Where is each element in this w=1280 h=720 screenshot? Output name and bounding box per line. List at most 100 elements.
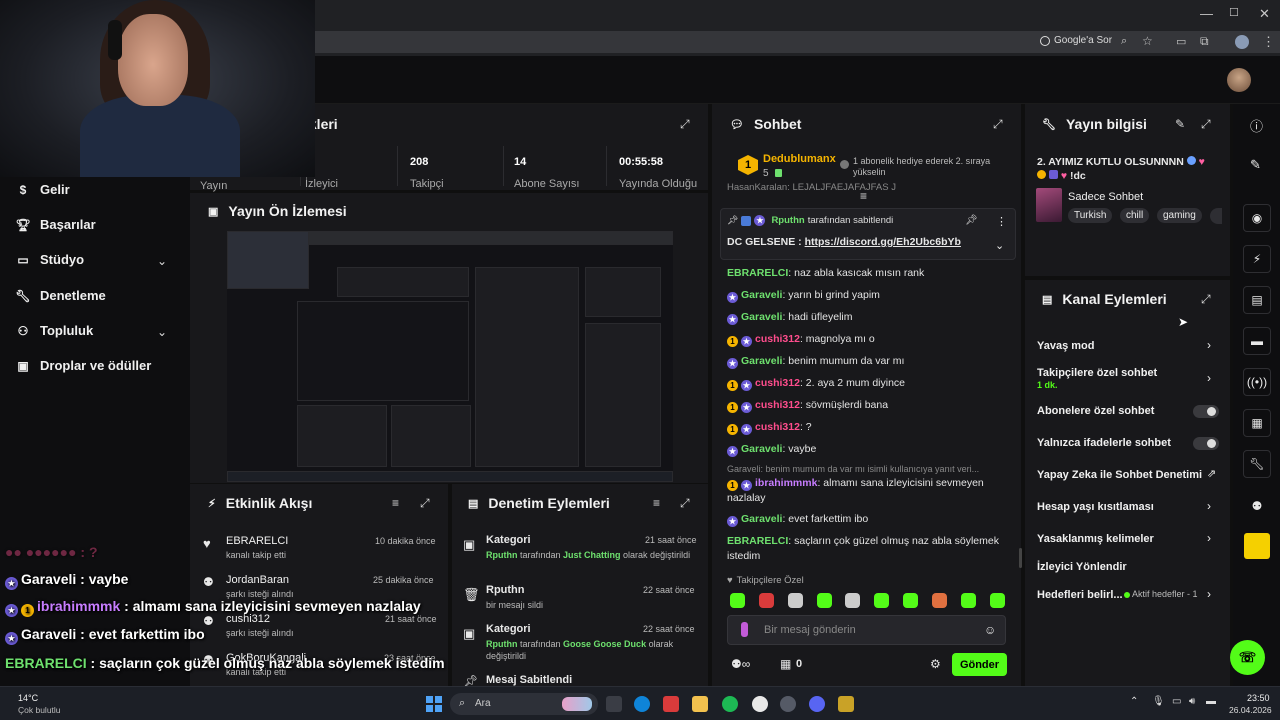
maximize-button[interactable]: ☐	[1229, 6, 1239, 19]
chevron-right-icon[interactable]: ›	[1207, 338, 1211, 352]
chat-username[interactable]: Garaveli	[741, 513, 782, 525]
clock-time[interactable]: 23:50	[1247, 693, 1270, 703]
help-chat-icon[interactable]: ☏	[1230, 640, 1265, 675]
filter-icon[interactable]: ≡	[392, 496, 399, 510]
emoji-icon[interactable]: ☺	[984, 623, 996, 637]
clock-date[interactable]: 26.04.2026	[1229, 705, 1272, 715]
emote-icon[interactable]	[990, 593, 1005, 608]
weather-desc[interactable]: Çok bulutlu	[18, 705, 61, 715]
channel-icon[interactable]: ▦	[1243, 409, 1271, 437]
banned-words-row[interactable]: Yasaklanmış kelimeler	[1037, 533, 1154, 545]
slow-mode-row[interactable]: Yavaş mod	[1037, 340, 1094, 352]
emote-chat-toggle[interactable]	[1193, 437, 1219, 450]
sidebar-item-gelir[interactable]: $ Gelir	[16, 182, 70, 197]
category-name[interactable]: Sadece Sohbet	[1068, 191, 1143, 203]
sidebar-item-basarilar[interactable]: 🏆︎ Başarılar	[15, 217, 95, 232]
emote-icon[interactable]	[961, 593, 976, 608]
expand-icon[interactable]: ⤢	[1201, 292, 1211, 307]
volume-icon[interactable]: 🔊︎	[1189, 696, 1195, 707]
more-options-icon[interactable]: ⋮	[996, 215, 1007, 228]
tag-pill[interactable]: gaming	[1157, 208, 1202, 223]
extension-icon[interactable]: ▭	[1176, 35, 1186, 48]
emote-icon[interactable]	[788, 593, 803, 608]
expand-icon[interactable]: ⤢	[680, 496, 690, 511]
tag-pill-overflow[interactable]	[1210, 208, 1222, 224]
minimize-button[interactable]: —	[1200, 6, 1213, 21]
settings-gear-icon[interactable]: ⚙	[930, 657, 941, 671]
sidebar-item-studyo[interactable]: ▭ Stüdyo	[16, 252, 84, 267]
chat-username[interactable]: Garaveli	[741, 443, 782, 455]
tag-pill[interactable]: chill	[1120, 208, 1150, 223]
discord-icon[interactable]	[809, 696, 825, 712]
edit-pencil-icon[interactable]: ✎	[1175, 117, 1185, 131]
expand-icon[interactable]: ⤢	[993, 117, 1003, 132]
chat-username[interactable]: Garaveli	[741, 311, 782, 323]
weather-temp[interactable]: 14°C	[18, 693, 38, 703]
folder-icon[interactable]	[692, 696, 708, 712]
user-avatar[interactable]	[1227, 68, 1251, 92]
chat-username[interactable]: Garaveli	[741, 355, 782, 367]
menu-dots-icon[interactable]: ⋮	[1262, 34, 1275, 50]
stream-preview[interactable]	[227, 231, 673, 482]
task-view-icon[interactable]	[606, 696, 622, 712]
info-icon[interactable]: ⓘ	[1250, 116, 1263, 135]
top-gifter-name[interactable]: Dedublumanx	[763, 153, 836, 165]
filter-icon[interactable]: ≡	[653, 496, 660, 510]
sidebar-item-denetleme[interactable]: 🔧︎ Denetleme	[15, 288, 105, 303]
chevron-down-icon[interactable]: ⌄	[157, 254, 167, 268]
chevron-down-icon[interactable]: ⌄	[157, 325, 167, 339]
chat-username[interactable]: cushi312	[755, 377, 800, 389]
chat-username[interactable]: ibrahimmmk	[755, 477, 817, 489]
unpin-icon[interactable]: 📌︎	[965, 215, 978, 226]
profile-avatar[interactable]	[1235, 35, 1249, 49]
emote-icon[interactable]	[903, 593, 918, 608]
address-bar[interactable]	[310, 31, 1280, 53]
tag-pill[interactable]: Turkish	[1068, 208, 1113, 223]
chevron-right-icon[interactable]: ›	[1207, 499, 1211, 513]
battery-icon[interactable]: ▬	[1206, 696, 1216, 707]
wrench-icon[interactable]: 🔧︎	[1243, 450, 1271, 478]
mic-icon[interactable]: 🎙︎	[1152, 696, 1165, 707]
zoom-icon[interactable]: ⌕	[1121, 35, 1127, 48]
chevron-down-icon[interactable]: ⌄	[995, 239, 1004, 252]
subs-chat-toggle[interactable]	[1193, 405, 1219, 418]
bolt-icon[interactable]: ⚡︎	[1243, 245, 1271, 273]
sidebar-item-droplar[interactable]: ▣ Droplar ve ödüller	[16, 358, 151, 373]
emote-icon[interactable]	[759, 593, 774, 608]
app-icon[interactable]	[838, 696, 854, 712]
scroll-down-icon[interactable]: ≡	[860, 189, 867, 203]
game-thumb-icon[interactable]	[1244, 533, 1270, 559]
google-ask-chip[interactable]: Google'a Sor	[1040, 35, 1112, 46]
chat-username[interactable]: EBRARELCI	[727, 267, 788, 279]
raid-row[interactable]: İzleyici Yönlendir	[1037, 561, 1127, 573]
network-icon[interactable]: ▭	[1172, 696, 1181, 707]
app-icon[interactable]	[663, 696, 679, 712]
spotify-icon[interactable]	[722, 696, 738, 712]
pinned-link[interactable]: https://discord.gg/Eh2Ubc6bYb	[805, 236, 961, 248]
expand-icon[interactable]: ⤢	[420, 496, 430, 511]
chevron-right-icon[interactable]: ›	[1207, 531, 1211, 545]
chrome-icon[interactable]	[752, 696, 768, 712]
chevron-right-icon[interactable]: ›	[1207, 587, 1211, 601]
chat-icon[interactable]: ▬	[1243, 327, 1271, 355]
category-thumbnail[interactable]	[1036, 188, 1062, 222]
send-button[interactable]: Gönder	[952, 653, 1007, 676]
ai-mod-row[interactable]: Yapay Zeka ile Sohbet Denetimi	[1037, 469, 1202, 481]
coins-icon[interactable]: ⚉	[1243, 492, 1271, 520]
tray-chevron-icon[interactable]: ⌃	[1130, 696, 1138, 707]
emote-icon[interactable]	[874, 593, 889, 608]
points-icon[interactable]: ⚉∞	[731, 657, 750, 671]
edit-pencil-icon[interactable]: ✎	[1250, 157, 1261, 173]
sidebar-item-topluluk[interactable]: ⚇ Topluluk	[16, 323, 94, 338]
chat-username[interactable]: Garaveli	[741, 289, 782, 301]
emote-icon[interactable]	[932, 593, 947, 608]
document-icon[interactable]: ▤	[1243, 286, 1271, 314]
puzzle-icon[interactable]: ⧉	[1200, 34, 1209, 49]
chat-username[interactable]: cushi312	[755, 421, 800, 433]
followers-chat-row[interactable]: Takipçilere özel sohbet	[1037, 367, 1157, 379]
goals-row[interactable]: Hedefleri belirl...	[1037, 589, 1123, 601]
chat-scrollbar[interactable]	[1019, 548, 1022, 568]
chat-username[interactable]: cushi312	[755, 399, 800, 411]
store-icon[interactable]: ▦	[780, 657, 791, 671]
emote-icon[interactable]	[845, 593, 860, 608]
